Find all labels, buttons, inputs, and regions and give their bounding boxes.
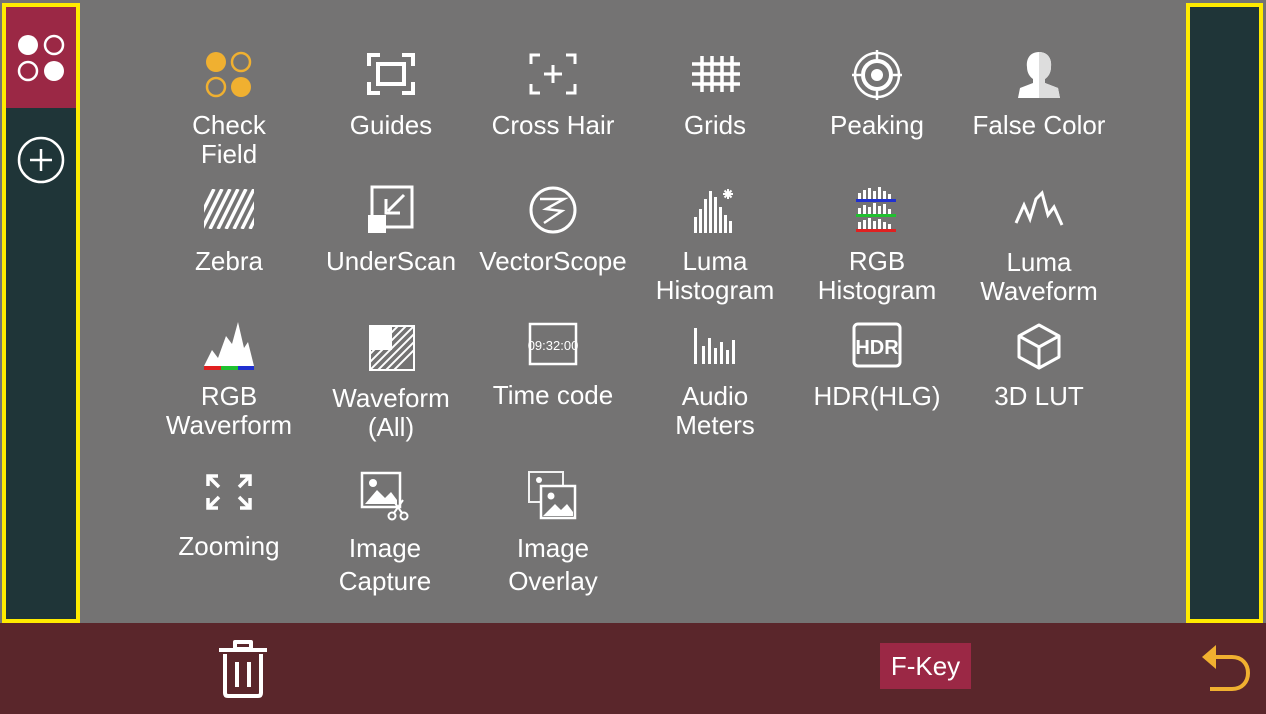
function-label: Waveform (All) (332, 383, 450, 442)
function-rgb-histogram[interactable]: RGB Histogram (797, 185, 957, 305)
false-color-icon (1018, 52, 1060, 98)
function-label: UnderScan (325, 246, 457, 276)
function-label: Luma Histogram (655, 246, 775, 305)
function-label: Luma Waveform (980, 247, 1098, 306)
function-zebra[interactable]: Zebra (149, 185, 309, 305)
back-arrow-icon (1202, 645, 1251, 691)
function-waveform-all[interactable]: Waveform (All) (311, 320, 471, 442)
function-label: VectorScope (479, 246, 627, 276)
zebra-icon (204, 189, 254, 229)
image-overlay-icon (528, 471, 577, 520)
function-label: False Color (972, 110, 1106, 140)
delete-button[interactable] (215, 639, 271, 699)
function-audio-meters[interactable]: Audio Meters (635, 320, 795, 440)
function-zooming[interactable]: Zooming (149, 470, 309, 590)
cube-icon (1017, 323, 1061, 370)
luma-waveform-icon (1014, 190, 1064, 226)
back-button[interactable] (1198, 641, 1252, 693)
screen: Check Field Guides Cross Hair Grids Peak… (0, 0, 1266, 714)
svg-text:09:32:00: 09:32:00 (528, 338, 578, 353)
function-rgb-waveform[interactable]: RGB Waverform (149, 320, 309, 440)
function-label: 3D LUT (994, 381, 1084, 411)
left-sidebar (2, 3, 80, 623)
add-circle-icon (17, 136, 65, 184)
rgb-waveform-icon (204, 322, 254, 370)
sidebar-tab-functions[interactable] (6, 7, 76, 108)
underscan-icon (368, 185, 414, 233)
waveform-all-icon (369, 325, 415, 371)
trash-icon (219, 640, 267, 698)
function-label: Image Capture (338, 533, 432, 596)
audio-meters-icon (694, 328, 735, 364)
cross-hair-icon (529, 53, 577, 95)
right-sidebar (1186, 3, 1263, 623)
hdr-icon: HDR (852, 322, 902, 368)
time-code-icon: 09:32:00 (528, 322, 578, 366)
function-underscan[interactable]: UnderScan (311, 185, 471, 305)
vectorscope-icon (529, 186, 577, 234)
function-label: Time code (492, 380, 614, 410)
function-false-color[interactable]: False Color (959, 50, 1119, 170)
function-image-capture[interactable]: Image Capture (305, 470, 465, 600)
svg-text:HDR: HDR (855, 337, 899, 359)
function-3d-lut[interactable]: 3D LUT (959, 320, 1119, 440)
function-luma-waveform[interactable]: Luma Waveform (959, 185, 1119, 306)
function-label: Zooming (178, 531, 280, 561)
functions-grid-icon (17, 34, 65, 81)
function-luma-histogram[interactable]: Luma Histogram (635, 185, 795, 305)
fkey-button[interactable]: F-Key (880, 643, 971, 689)
function-label: RGB Histogram (817, 246, 937, 305)
function-label: Zebra (195, 246, 263, 276)
function-guides[interactable]: Guides (311, 50, 471, 170)
function-label: Audio Meters (675, 381, 755, 440)
grids-icon (692, 56, 740, 92)
function-grids[interactable]: Grids (635, 50, 795, 170)
guides-icon (367, 53, 415, 95)
rgb-histogram-icon (856, 187, 896, 232)
function-vectorscope[interactable]: VectorScope (473, 185, 633, 305)
function-label: Image Overlay (508, 533, 598, 596)
zoom-icon (206, 474, 252, 510)
check-field-icon (205, 51, 252, 98)
function-label: Check Field (192, 110, 266, 169)
function-image-overlay[interactable]: Image Overlay (473, 470, 633, 600)
function-label: Guides (349, 110, 433, 140)
function-label: HDR(HLG) (813, 381, 941, 411)
function-time-code[interactable]: 09:32:00 Time code (473, 320, 633, 440)
luma-histogram-icon (694, 189, 733, 233)
image-capture-icon (360, 471, 409, 521)
function-check-field[interactable]: Check Field (149, 50, 309, 170)
function-peaking[interactable]: Peaking (797, 50, 957, 170)
peaking-icon (852, 50, 902, 100)
function-cross-hair[interactable]: Cross Hair (473, 50, 633, 170)
function-label: RGB Waverform (165, 381, 293, 440)
bottom-toolbar: F-Key (0, 623, 1266, 714)
sidebar-tab-add[interactable] (6, 125, 76, 195)
function-label: Peaking (830, 110, 924, 140)
function-label: Cross Hair (491, 110, 615, 140)
function-hdr[interactable]: HDR HDR(HLG) (797, 320, 957, 440)
function-label: Grids (683, 110, 747, 140)
